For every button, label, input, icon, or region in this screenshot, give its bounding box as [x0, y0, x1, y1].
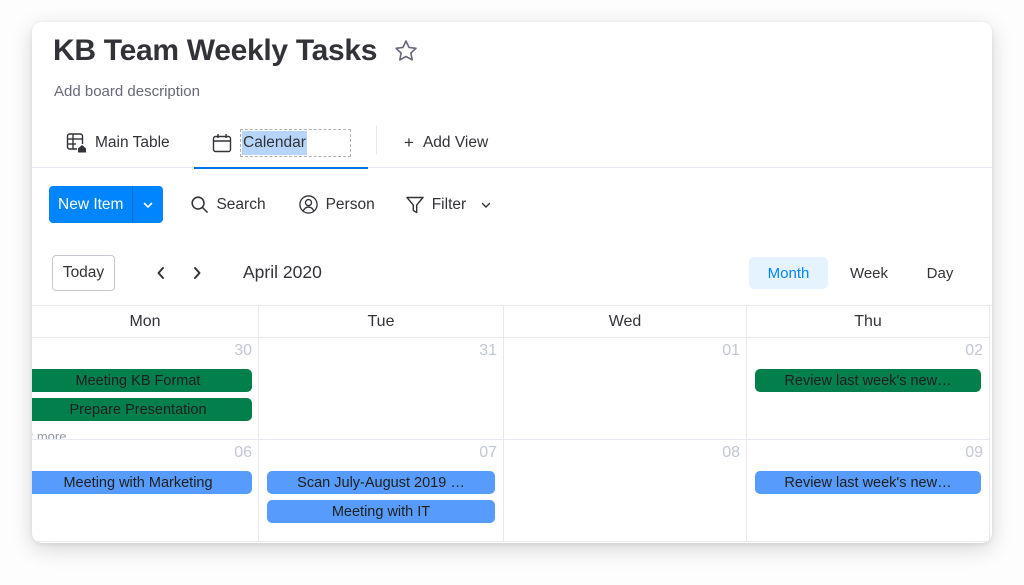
search-icon [191, 196, 209, 213]
filter-icon [406, 196, 424, 213]
day-cell[interactable]: 02 Review last week's new… [747, 338, 990, 440]
board-title[interactable]: KB Team Weekly Tasks [53, 34, 377, 68]
board-window: KB Team Weekly Tasks Add board descripti… [32, 22, 992, 543]
weekday-header: Mon [32, 306, 259, 338]
board-description[interactable]: Add board description [54, 83, 200, 100]
day-number: 31 [479, 342, 497, 359]
active-tab-indicator [194, 167, 368, 169]
day-cell[interactable]: 09 Review last week's new… [747, 440, 990, 542]
calendar-icon [212, 133, 232, 152]
day-number: 01 [722, 342, 740, 359]
chevron-right-icon [194, 267, 201, 279]
calendar-navigation: Today April 2020 Month Week Day [52, 255, 972, 291]
plus-icon: + [404, 132, 414, 152]
calendar-event[interactable]: Prepare Presentation [32, 398, 252, 421]
board-toolbar: New Item Search Person Filter [49, 186, 499, 223]
more-events-link[interactable]: 2 more [32, 429, 66, 439]
day-cell[interactable]: 01 [504, 338, 747, 440]
calendar-event[interactable]: Meeting with IT [267, 500, 495, 523]
tab-main-table-label: Main Table [95, 133, 170, 151]
tab-calendar[interactable]: Calendar [194, 117, 368, 169]
day-cell[interactable]: 06 Meeting with Marketing [32, 440, 259, 542]
day-number: 09 [965, 444, 983, 461]
person-label: Person [325, 195, 375, 213]
stage: KB Team Weekly Tasks Add board descripti… [0, 0, 1024, 585]
view-month-button[interactable]: Month [749, 257, 828, 289]
person-filter-button[interactable]: Person [298, 194, 375, 215]
new-item-label[interactable]: New Item [49, 186, 132, 223]
weekday-header: Thu [747, 306, 990, 338]
day-number: 08 [722, 444, 740, 461]
person-icon [298, 195, 318, 214]
view-week-button[interactable]: Week [828, 257, 910, 289]
weekday-header: Wed [504, 306, 747, 338]
calendar-event[interactable]: Meeting with Marketing [32, 471, 252, 494]
weekday-header: Tue [259, 306, 504, 338]
add-view-label: Add View [422, 133, 489, 151]
calendar-view-switch: Month Week Day [749, 257, 970, 289]
view-day-button[interactable]: Day [910, 257, 970, 289]
star-icon[interactable] [393, 38, 419, 64]
previous-month-button[interactable] [151, 263, 171, 283]
calendar-grid: Mon Tue Wed Thu 30 Meeting KB Format Prepare P… [32, 305, 992, 543]
view-tabs: Main Table Calendar + Add View [32, 117, 992, 169]
calendar-event[interactable]: Meeting KB Format [32, 369, 252, 392]
table-home-icon [66, 132, 87, 153]
current-month-label: April 2020 [243, 262, 322, 282]
next-month-button[interactable] [187, 263, 207, 283]
new-item-dropdown[interactable] [132, 186, 163, 223]
day-number: 02 [965, 342, 983, 359]
day-cell[interactable]: 07 Scan July-August 2019 … Meeting with IT [259, 440, 504, 542]
chevron-down-icon[interactable] [480, 199, 492, 211]
tab-calendar-label: Calendar [242, 130, 307, 155]
new-item-button[interactable]: New Item [49, 186, 164, 223]
calendar-event[interactable]: Review last week's new… [755, 471, 981, 494]
calendar-event[interactable]: Review last week's new… [755, 369, 981, 392]
chevron-left-icon [157, 267, 164, 279]
tab-main-table[interactable]: Main Table [66, 117, 170, 168]
board-header: KB Team Weekly Tasks [53, 34, 419, 68]
day-number: 07 [479, 444, 497, 461]
filter-button[interactable]: Filter [405, 195, 499, 215]
day-number: 06 [234, 444, 252, 461]
search-label: Search [216, 195, 266, 213]
tab-divider [376, 126, 377, 154]
day-cell[interactable]: 30 Meeting KB Format Prepare Presentation 2… [32, 338, 259, 440]
search-button[interactable]: Search [190, 195, 266, 214]
chevron-down-icon [144, 202, 153, 208]
filter-label: Filter [431, 195, 467, 213]
tab-calendar-rename-input[interactable]: Calendar [240, 128, 351, 157]
day-cell[interactable]: 31 [259, 338, 504, 440]
add-view-button[interactable]: + Add View [404, 117, 488, 168]
day-cell[interactable]: 08 [504, 440, 747, 542]
day-number: 30 [234, 342, 252, 359]
today-button[interactable]: Today [52, 255, 115, 291]
calendar-event[interactable]: Scan July-August 2019 … [267, 471, 495, 494]
